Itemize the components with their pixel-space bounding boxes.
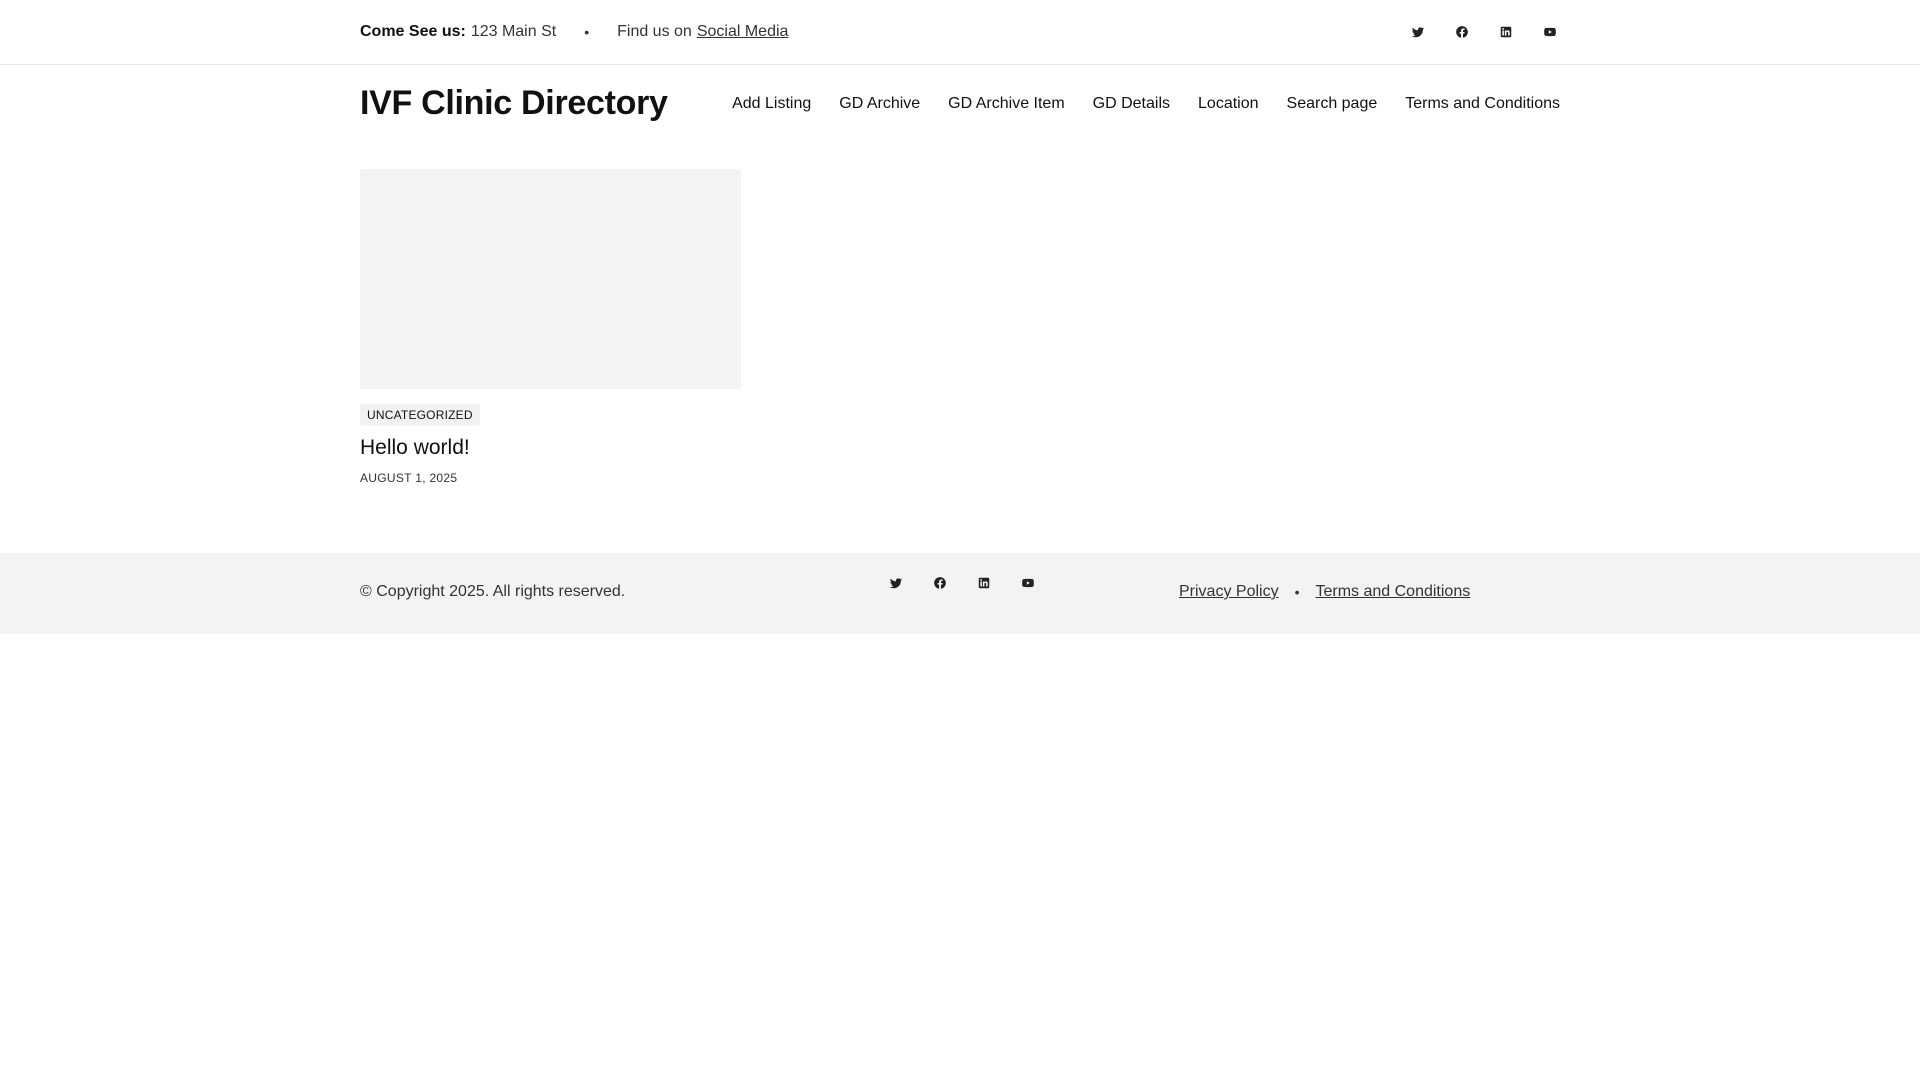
post-title[interactable]: Hello world! <box>360 436 741 460</box>
site-title[interactable]: IVF Clinic Directory <box>360 84 668 123</box>
topbar-social-icons <box>1408 22 1560 42</box>
linkedin-icon[interactable] <box>1496 22 1516 42</box>
post-card: UNCATEGORIZED Hello world! AUGUST 1, 202… <box>360 169 741 485</box>
youtube-icon[interactable] <box>1540 22 1560 42</box>
separator-bullet: • <box>584 24 590 40</box>
social-media-link[interactable]: Social Media <box>697 23 789 41</box>
footer-social-icons <box>886 573 1038 593</box>
linkedin-icon[interactable] <box>974 573 994 593</box>
site-header: IVF Clinic Directory Add Listing GD Arch… <box>0 65 1920 142</box>
nav-item-gd-details[interactable]: GD Details <box>1093 95 1170 113</box>
address-label: Come See us: <box>360 23 466 40</box>
nav-item-add-listing[interactable]: Add Listing <box>732 95 811 113</box>
twitter-icon[interactable] <box>886 573 906 593</box>
category-badge[interactable]: UNCATEGORIZED <box>360 404 480 426</box>
terms-link[interactable]: Terms and Conditions <box>1315 583 1470 601</box>
post-thumbnail[interactable] <box>360 169 741 389</box>
footer-links: Privacy Policy • Terms and Conditions <box>1179 583 1470 601</box>
nav-item-terms[interactable]: Terms and Conditions <box>1405 95 1560 113</box>
youtube-icon[interactable] <box>1018 573 1038 593</box>
site-footer: © Copyright 2025. All rights reserved. P… <box>0 553 1920 634</box>
facebook-icon[interactable] <box>1452 22 1472 42</box>
copyright-text: © Copyright 2025. All rights reserved. <box>360 583 626 600</box>
address-value: 123 Main St <box>470 23 557 40</box>
footer-separator: • <box>1294 584 1300 600</box>
nav-item-search-page[interactable]: Search page <box>1287 95 1378 113</box>
top-bar: Come See us: 123 Main St • Find us on So… <box>0 0 1920 65</box>
social-prefix: Find us on <box>617 23 692 40</box>
twitter-icon[interactable] <box>1408 22 1428 42</box>
topbar-info: Come See us: 123 Main St • Find us on So… <box>360 23 788 41</box>
post-date: AUGUST 1, 2025 <box>360 471 458 485</box>
nav-item-location[interactable]: Location <box>1198 95 1259 113</box>
nav-item-gd-archive[interactable]: GD Archive <box>839 95 920 113</box>
facebook-icon[interactable] <box>930 573 950 593</box>
main-content: UNCATEGORIZED Hello world! AUGUST 1, 202… <box>0 142 1920 553</box>
privacy-policy-link[interactable]: Privacy Policy <box>1179 583 1279 601</box>
nav-item-gd-archive-item[interactable]: GD Archive Item <box>948 95 1064 113</box>
main-nav: Add Listing GD Archive GD Archive Item G… <box>732 95 1560 113</box>
